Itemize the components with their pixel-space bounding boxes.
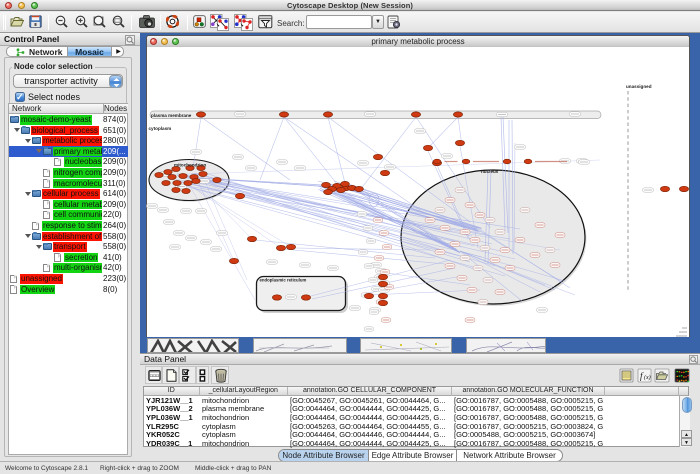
svg-text:cytoplasm: cytoplasm [149,126,172,131]
svg-text:plasma membrane: plasma membrane [151,113,192,118]
svg-text:unassigned: unassigned [626,84,652,89]
svg-text:mitochondrion: mitochondrion [174,163,206,168]
svg-text:nucleus: nucleus [481,169,499,174]
svg-text:endoplasmic reticulum: endoplasmic reticulum [260,278,307,283]
